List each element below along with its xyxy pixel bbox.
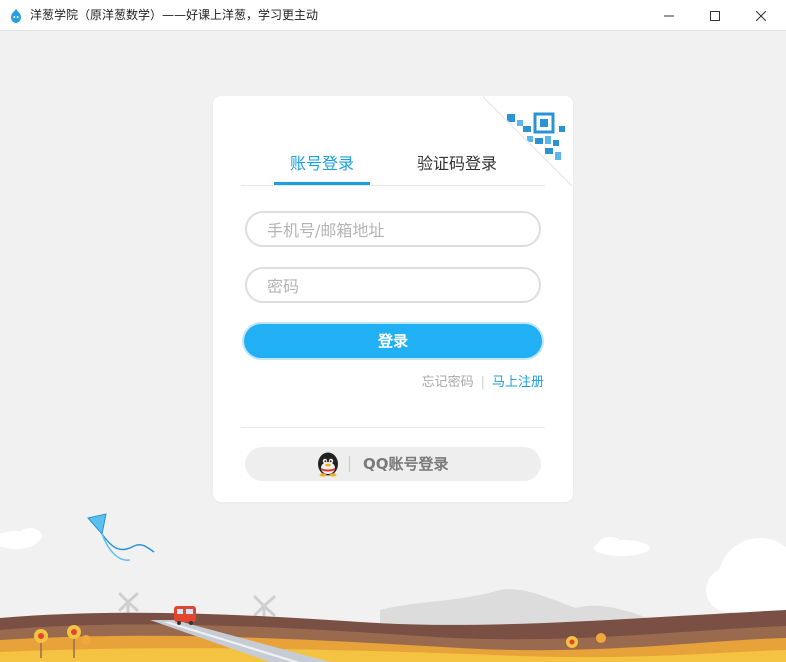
- phone-email-field[interactable]: [245, 211, 541, 247]
- login-button[interactable]: 登录: [244, 324, 542, 358]
- window-title: 洋葱学院（原洋葱数学）——好课上洋葱，学习更主动: [30, 8, 319, 22]
- active-tab-indicator: [274, 182, 370, 185]
- login-card: 账号登录 验证码登录 登录 忘记密码 | 马上注册 QQ账号登录: [213, 96, 573, 502]
- tab-account-login[interactable]: 账号登录: [274, 144, 370, 184]
- kite-icon: [87, 513, 155, 561]
- divider: [241, 427, 545, 428]
- qq-login-label: QQ账号登录: [363, 455, 449, 473]
- landscape-illustration: [0, 513, 786, 662]
- auth-links: 忘记密码 | 马上注册: [422, 374, 544, 392]
- register-link[interactable]: 马上注册: [492, 375, 544, 390]
- minimize-button[interactable]: [646, 0, 692, 31]
- title-bar: 洋葱学院（原洋葱数学）——好课上洋葱，学习更主动: [0, 0, 786, 31]
- close-button[interactable]: [738, 0, 784, 31]
- maximize-button[interactable]: [692, 0, 738, 31]
- qq-separator: [349, 456, 350, 472]
- phone-email-input[interactable]: [265, 213, 529, 247]
- tab-sms-login[interactable]: 验证码登录: [407, 144, 507, 184]
- cloud-icon: [706, 538, 786, 622]
- forgot-password-link[interactable]: 忘记密码: [422, 375, 474, 390]
- login-tabs: 账号登录 验证码登录: [241, 144, 545, 186]
- onion-app-icon: [11, 9, 21, 23]
- password-input[interactable]: [265, 269, 529, 303]
- cloud-icon: [0, 528, 42, 549]
- password-field[interactable]: [245, 267, 541, 303]
- minimize-icon: [664, 15, 674, 16]
- maximize-icon: [710, 10, 720, 21]
- qq-login-button[interactable]: QQ账号登录: [245, 447, 541, 481]
- cloud-icon: [594, 537, 650, 556]
- qq-penguin-icon: [318, 452, 338, 477]
- link-separator: |: [480, 375, 485, 390]
- close-icon: [756, 10, 766, 21]
